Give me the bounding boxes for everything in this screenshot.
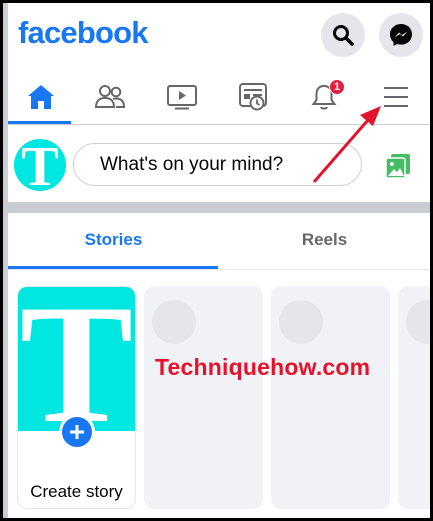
whats-on-your-mind-input[interactable]: What's on your mind? <box>73 143 362 186</box>
nav-divider <box>8 124 430 125</box>
nav-menu[interactable] <box>365 69 427 125</box>
hamburger-menu-icon <box>384 87 408 107</box>
create-story-label: Create story <box>30 482 123 501</box>
nav-home[interactable] <box>10 69 72 125</box>
video-icon <box>167 85 197 110</box>
watermark-text: Techniquehow.com <box>155 354 371 380</box>
main-nav: 1 <box>8 69 430 125</box>
avatar[interactable]: T <box>14 139 66 191</box>
avatar-letter: T <box>21 139 59 191</box>
top-section: facebook 1 T What's on your mind? <box>7 3 430 202</box>
story-card-placeholder[interactable] <box>144 286 263 509</box>
notification-badge: 1 <box>329 79 345 95</box>
post-composer: T What's on your mind? <box>8 133 430 197</box>
messenger-icon <box>390 24 412 46</box>
nav-news[interactable] <box>222 69 284 125</box>
tab-reels[interactable]: Reels <box>219 213 430 266</box>
story-avatar-placeholder <box>152 300 196 344</box>
create-story-art: T <box>18 287 135 431</box>
stories-tabs: Stories Reels <box>8 213 430 270</box>
tabs-divider <box>8 269 430 270</box>
tab-stories[interactable]: Stories <box>8 213 219 266</box>
story-card-placeholder[interactable] <box>398 286 430 509</box>
search-icon <box>333 25 354 46</box>
story-card-placeholder[interactable] <box>271 286 390 509</box>
create-story-card[interactable]: T Create story <box>17 286 136 509</box>
search-button[interactable] <box>321 13 365 57</box>
create-story-art-letter: T <box>19 287 134 431</box>
home-icon <box>28 85 54 109</box>
plus-icon <box>70 425 84 439</box>
nav-watch[interactable] <box>151 69 213 125</box>
app-frame: facebook 1 T What's on your mind? Storie… <box>3 3 430 518</box>
nav-notifications[interactable]: 1 <box>293 69 355 125</box>
story-avatar-placeholder <box>279 300 323 344</box>
photo-icon <box>385 154 410 179</box>
create-story-plus-button[interactable] <box>59 414 95 450</box>
story-avatar-placeholder <box>406 300 430 344</box>
photo-button[interactable] <box>384 152 412 180</box>
nav-friends[interactable] <box>79 69 141 125</box>
friends-icon <box>94 85 126 108</box>
messenger-button[interactable] <box>379 13 423 57</box>
newsfeed-clock-icon <box>239 83 267 111</box>
facebook-logo[interactable]: facebook <box>18 15 149 51</box>
